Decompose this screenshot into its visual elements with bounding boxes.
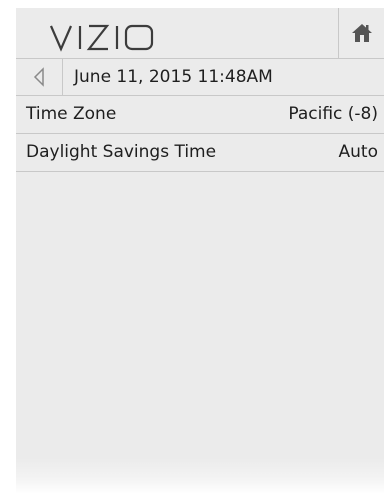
breadcrumb-datetime: June 11, 2015 11:48AM (74, 67, 273, 87)
menu-item-value: Pacific (-8) (288, 104, 378, 124)
header-bar (16, 8, 384, 59)
menu-item-label: Daylight Savings Time (26, 142, 217, 162)
menu-item-time-zone[interactable]: Time Zone Pacific (-8) (16, 96, 384, 134)
back-arrow-icon (33, 67, 44, 87)
settings-panel: June 11, 2015 11:48AM Time Zone Pacific … (16, 8, 384, 494)
home-button[interactable] (338, 8, 384, 58)
menu-item-value: Auto (338, 142, 378, 162)
vizio-logo (50, 24, 154, 52)
menu-item-daylight-savings[interactable]: Daylight Savings Time Auto (16, 134, 384, 172)
back-button[interactable] (16, 59, 63, 95)
home-icon (352, 24, 372, 42)
breadcrumb-row: June 11, 2015 11:48AM (16, 59, 384, 96)
menu-item-label: Time Zone (26, 104, 117, 124)
